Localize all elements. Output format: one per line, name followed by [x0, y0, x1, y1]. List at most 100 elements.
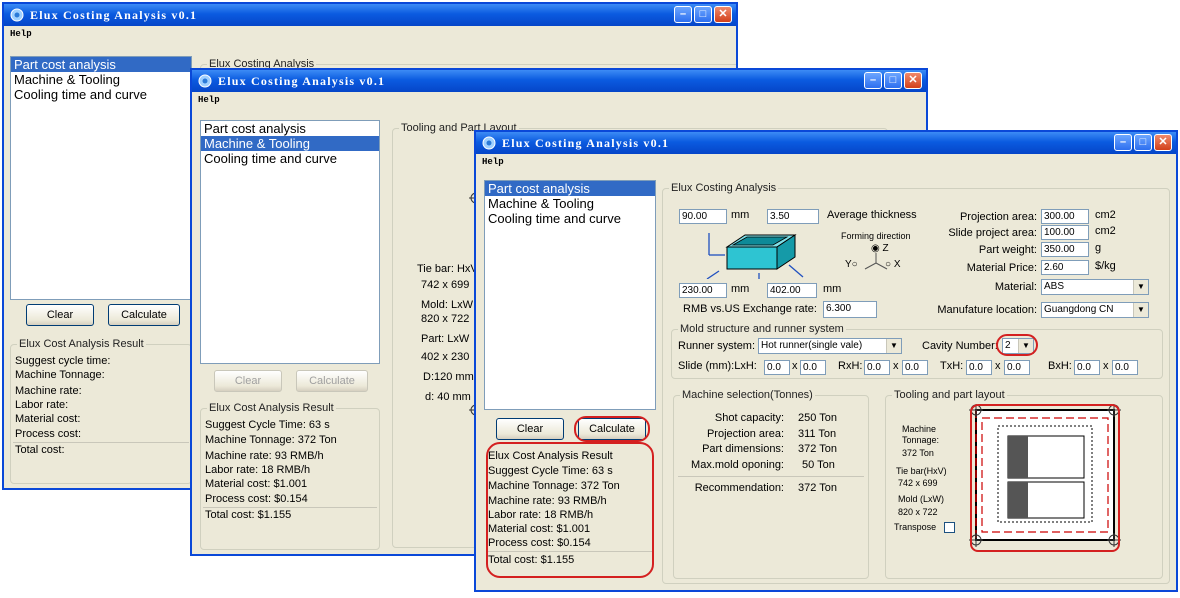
height-input[interactable]: 402.00 [767, 283, 817, 298]
tooling-layout-group: Tooling and part layout Machine Tonnage:… [885, 389, 1163, 579]
exchange-rate-input[interactable]: 6.300 [823, 301, 877, 318]
slide-bxh-input-2[interactable]: 0.0 [1112, 360, 1138, 375]
nav-item-part-cost[interactable]: Part cost analysis [201, 121, 379, 136]
times-sign: x [893, 360, 899, 372]
menu-bar: Help [4, 26, 736, 42]
slide-bxh-input-1[interactable]: 0.0 [1074, 360, 1100, 375]
tooling-layout-title: Tooling and part layout [892, 389, 1007, 401]
slide-area-input[interactable]: 100.00 [1041, 225, 1089, 240]
chevron-down-icon[interactable]: ▼ [886, 339, 901, 353]
location-label: Manufature location: [937, 304, 1037, 316]
minimize-button[interactable]: – [1114, 134, 1132, 151]
divider [13, 442, 189, 443]
bxh-label: BxH: [1048, 360, 1072, 372]
calculate-button[interactable]: Calculate [296, 370, 368, 392]
location-select[interactable]: Guangdong CN ▼ [1041, 302, 1149, 318]
mold-label: Mold (LxW) [898, 494, 945, 504]
nav-item-machine-tooling[interactable]: Machine & Tooling [201, 136, 379, 151]
nav-item-cooling[interactable]: Cooling time and curve [11, 87, 191, 102]
slide-txh-input-2[interactable]: 0.0 [1004, 360, 1030, 375]
chevron-down-icon[interactable]: ▼ [1133, 303, 1148, 317]
machine-label: Max.mold oponing: [691, 459, 784, 471]
menu-bar: Help [192, 92, 926, 108]
radio-y[interactable]: Y○ [845, 259, 858, 270]
tie-bar-value: 742 x 699 [898, 478, 938, 488]
projection-area-label: Projection area: [959, 211, 1037, 223]
slide-lxh-input-1[interactable]: 0.0 [764, 360, 790, 375]
divider [203, 507, 377, 508]
transpose-checkbox[interactable] [944, 522, 955, 533]
mold-value: 820 x 722 [421, 313, 470, 325]
slide-lxh-input-2[interactable]: 0.0 [800, 360, 826, 375]
maximize-button[interactable]: □ [884, 72, 902, 89]
machine-group: Machine selection(Tonnes) Shot capacity:… [673, 389, 869, 579]
title-bar[interactable]: Elux Costing Analysis v0.1 – □ ✕ [476, 132, 1176, 154]
nav-item-machine-tooling[interactable]: Machine & Tooling [11, 72, 191, 87]
times-sign: x [1103, 360, 1109, 372]
mold-label: Mold: LxW [421, 299, 473, 311]
menu-help[interactable]: Help [482, 157, 504, 167]
length-input[interactable]: 90.00 [679, 209, 727, 224]
result-group: Elux Cost Analysis Result Suggest Cycle … [200, 402, 380, 550]
radio-x[interactable]: ○ X [885, 259, 901, 270]
avg-thickness-label: Average thickness [827, 209, 917, 221]
nav-item-machine-tooling[interactable]: Machine & Tooling [485, 196, 655, 211]
title-bar[interactable]: Elux Costing Analysis v0.1 – □ ✕ [192, 70, 926, 92]
nav-item-cooling[interactable]: Cooling time and curve [201, 151, 379, 166]
thickness-input[interactable]: 3.50 [767, 209, 819, 224]
result-title: Elux Cost Analysis Result [207, 402, 336, 414]
clear-button[interactable]: Clear [214, 370, 282, 392]
runner-select[interactable]: Hot runner(single vale) ▼ [758, 338, 902, 354]
maximize-button[interactable]: □ [694, 6, 712, 23]
part-value: 402 x 230 [421, 351, 470, 363]
minimize-button[interactable]: – [864, 72, 882, 89]
nav-list[interactable]: Part cost analysis Machine & Tooling Coo… [10, 56, 192, 300]
cavity-highlight [996, 334, 1038, 356]
result-line: Process cost: $0.154 [205, 493, 308, 505]
calculate-button[interactable]: Calculate [108, 304, 180, 326]
material-select[interactable]: ABS ▼ [1041, 279, 1149, 295]
machine-value: 311 Ton [798, 428, 837, 440]
nav-item-part-cost[interactable]: Part cost analysis [485, 181, 655, 196]
result-line: Total cost: [15, 444, 65, 456]
slide-rxh-input-2[interactable]: 0.0 [902, 360, 928, 375]
maximize-button[interactable]: □ [1134, 134, 1152, 151]
menu-help[interactable]: Help [10, 29, 32, 39]
machine-value: 250 Ton [798, 412, 837, 424]
close-button[interactable]: ✕ [904, 72, 922, 89]
material-price-unit: $/kg [1095, 260, 1116, 272]
part-weight-input[interactable]: 350.00 [1041, 242, 1089, 257]
machine-label: Part dimensions: [702, 443, 784, 455]
times-sign: x [792, 360, 798, 372]
chevron-down-icon[interactable]: ▼ [1133, 280, 1148, 294]
nav-item-part-cost[interactable]: Part cost analysis [11, 57, 191, 72]
app-icon [198, 74, 212, 88]
result-title: Elux Cost Analysis Result [17, 338, 146, 350]
slide-area-unit: cm2 [1095, 225, 1116, 237]
layout-highlight [970, 404, 1120, 552]
transpose-label: Transpose [894, 522, 937, 532]
result-line: Suggest cycle time: [15, 355, 111, 367]
projection-area-input[interactable]: 300.00 [1041, 209, 1089, 224]
machine-label: Shot capacity: [714, 412, 784, 424]
slide-txh-input-1[interactable]: 0.0 [966, 360, 992, 375]
clear-button[interactable]: Clear [496, 418, 564, 440]
menu-help[interactable]: Help [198, 95, 220, 105]
slide-rxh-input-1[interactable]: 0.0 [864, 360, 890, 375]
result-line: Labor rate: 18 RMB/h [205, 464, 311, 476]
close-button[interactable]: ✕ [714, 6, 732, 23]
title-bar[interactable]: Elux Costing Analysis v0.1 – □ ✕ [4, 4, 736, 26]
tie-bar-value: 742 x 699 [421, 279, 470, 291]
close-button[interactable]: ✕ [1154, 134, 1172, 151]
nav-list[interactable]: Part cost analysis Machine & Tooling Coo… [484, 180, 656, 410]
runner-label: Runner system: [678, 340, 756, 352]
nav-list[interactable]: Part cost analysis Machine & Tooling Coo… [200, 120, 380, 364]
material-price-input[interactable]: 2.60 [1041, 260, 1089, 275]
width-input[interactable]: 230.00 [679, 283, 727, 298]
divider [678, 476, 864, 477]
minimize-button[interactable]: – [674, 6, 692, 23]
result-highlight [486, 442, 654, 578]
nav-item-cooling[interactable]: Cooling time and curve [485, 211, 655, 226]
clear-button[interactable]: Clear [26, 304, 94, 326]
part-weight-unit: g [1095, 242, 1102, 254]
